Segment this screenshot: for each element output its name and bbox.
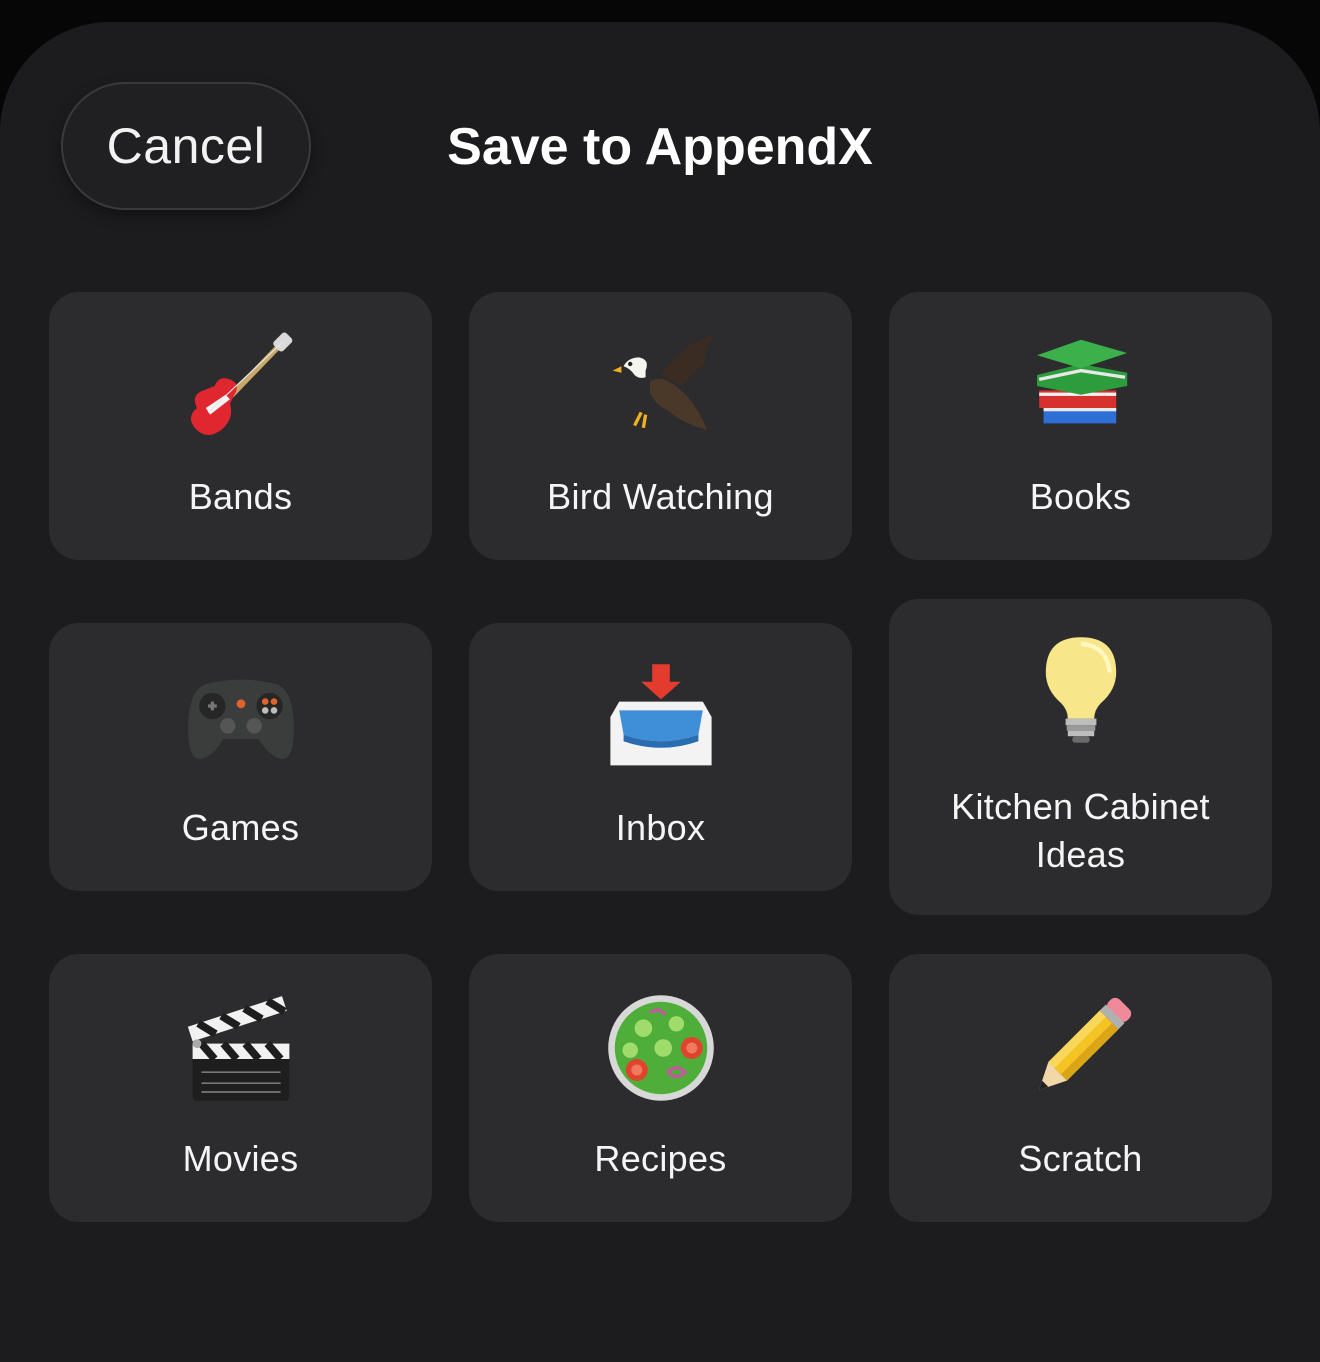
collection-tile-movies[interactable]: Movies bbox=[49, 954, 432, 1222]
game-controller-icon bbox=[187, 679, 294, 759]
tile-label: Bands bbox=[188, 476, 293, 517]
collection-tile-bird-watching[interactable]: Bird Watching bbox=[469, 292, 852, 560]
light-bulb-icon bbox=[1045, 637, 1116, 743]
pencil-icon bbox=[1038, 997, 1131, 1091]
collection-tile-games[interactable]: Games bbox=[49, 623, 432, 891]
books-icon bbox=[1036, 339, 1127, 424]
collection-tile-inbox[interactable]: Inbox bbox=[469, 623, 852, 891]
tile-label: Movies bbox=[182, 1138, 299, 1179]
guitar-icon bbox=[190, 332, 292, 435]
collection-tile-books[interactable]: Books bbox=[889, 292, 1272, 560]
cancel-button[interactable]: Cancel bbox=[61, 82, 311, 210]
eagle-icon bbox=[612, 335, 714, 430]
sheet-title: Save to AppendX bbox=[447, 118, 873, 176]
salad-icon bbox=[607, 995, 714, 1101]
collection-tile-bands[interactable]: Bands bbox=[49, 292, 432, 560]
inbox-tray-icon bbox=[609, 664, 712, 766]
tile-label: Inbox bbox=[615, 807, 706, 848]
tile-label: Games bbox=[181, 807, 300, 848]
tile-label: Books bbox=[1029, 476, 1132, 517]
clapper-board-icon bbox=[187, 996, 289, 1101]
tile-label: Bird Watching bbox=[547, 476, 774, 517]
save-sheet: Cancel Save to AppendX Bands Bird Watchi… bbox=[0, 22, 1320, 1362]
collection-tile-kitchen-cabinet-ideas[interactable]: Kitchen Cabinet Ideas bbox=[889, 599, 1272, 915]
tile-label: Scratch bbox=[1018, 1138, 1143, 1179]
collection-tile-scratch[interactable]: Scratch bbox=[889, 954, 1272, 1222]
collection-tile-recipes[interactable]: Recipes bbox=[469, 954, 852, 1222]
tile-label: Recipes bbox=[594, 1138, 727, 1179]
tile-label: Kitchen Cabinet Ideas bbox=[951, 786, 1210, 875]
